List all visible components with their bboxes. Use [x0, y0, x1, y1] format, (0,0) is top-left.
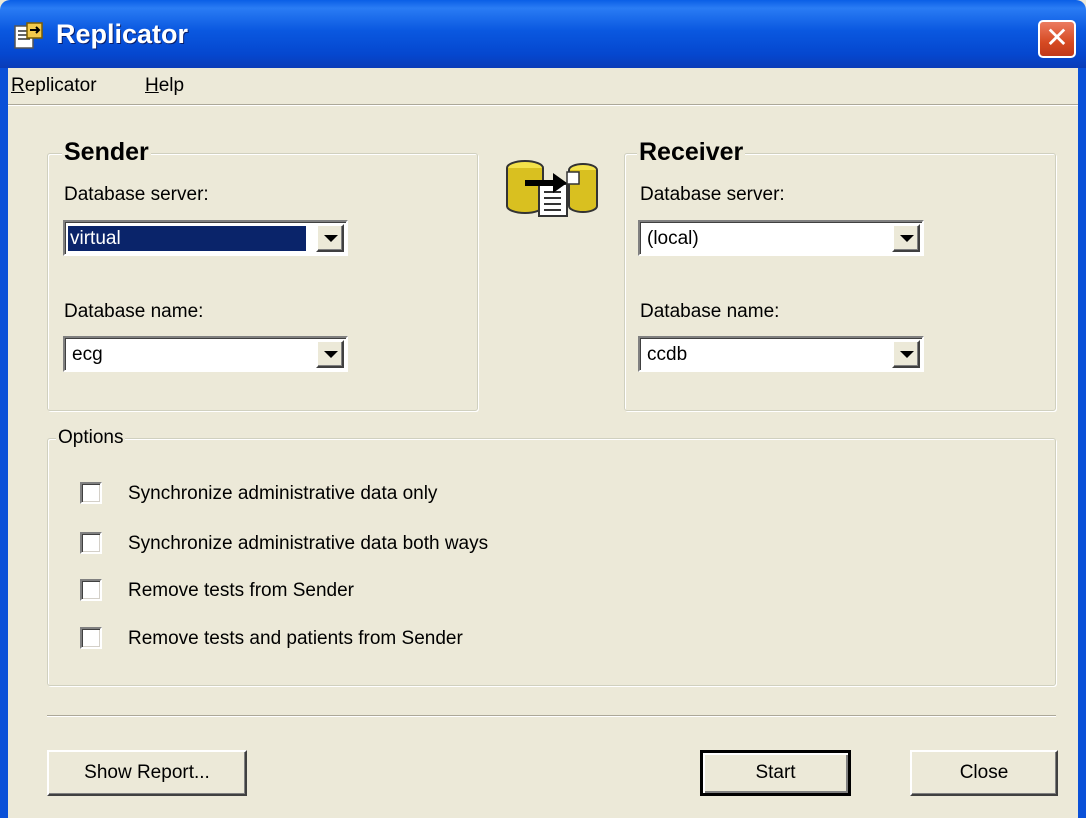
option-remove-tests-patients-label: Remove tests and patients from Sender [128, 628, 463, 649]
show-report-button[interactable]: Show Report... [47, 750, 247, 796]
close-window-button[interactable]: ✕ [1038, 20, 1076, 58]
replicator-window: Replicator ✕ Replicator Help Sender Data… [0, 0, 1086, 818]
title-bar[interactable]: Replicator ✕ [0, 0, 1086, 68]
menu-replicator[interactable]: Replicator [11, 75, 97, 97]
database-transfer-icon [506, 160, 598, 217]
chevron-down-icon[interactable] [316, 224, 344, 252]
sender-server-dropdown[interactable]: virtual [63, 220, 348, 256]
chevron-down-icon[interactable] [316, 340, 344, 368]
option-remove-tests-label: Remove tests from Sender [128, 580, 354, 601]
receiver-server-value: (local) [647, 228, 699, 249]
options-title: Options [56, 427, 126, 449]
receiver-database-value: ccdb [647, 344, 688, 365]
receiver-title: Receiver [637, 138, 746, 167]
sender-server-value: virtual [67, 225, 307, 252]
sender-name-label: Database name: [64, 301, 204, 322]
menu-separator [8, 104, 1078, 106]
window-frame-left [0, 68, 8, 818]
chevron-down-icon[interactable] [892, 224, 920, 252]
menu-help[interactable]: Help [145, 75, 184, 97]
sender-database-dropdown[interactable]: ecg [63, 336, 348, 372]
option-sync-admin-only-checkbox[interactable] [80, 482, 102, 504]
receiver-server-label: Database server: [640, 184, 785, 205]
chevron-down-icon[interactable] [892, 340, 920, 368]
replicator-app-icon [14, 22, 43, 49]
window-frame-right [1078, 68, 1086, 818]
window-title: Replicator [56, 19, 189, 49]
receiver-group: Receiver Database server: (local) Databa… [624, 138, 1056, 411]
close-button[interactable]: Close [910, 750, 1058, 796]
footer-divider [47, 715, 1056, 717]
option-sync-admin-only-label: Synchronize administrative data only [128, 483, 438, 504]
receiver-database-dropdown[interactable]: ccdb [638, 336, 924, 372]
option-remove-tests-patients-checkbox[interactable] [80, 627, 102, 649]
option-sync-admin-both-ways-checkbox[interactable] [80, 532, 102, 554]
receiver-name-label: Database name: [640, 301, 780, 322]
start-button[interactable]: Start [700, 750, 851, 796]
menu-bar: Replicator Help [8, 68, 1078, 104]
sender-database-value: ecg [72, 344, 103, 365]
option-remove-tests-checkbox[interactable] [80, 579, 102, 601]
option-sync-admin-both-ways-label: Synchronize administrative data both way… [128, 533, 489, 554]
receiver-server-dropdown[interactable]: (local) [638, 220, 924, 256]
sender-title: Sender [62, 138, 151, 167]
sender-group: Sender Database server: virtual Database… [47, 138, 478, 411]
close-icon: ✕ [1045, 22, 1069, 53]
sender-server-label: Database server: [64, 184, 209, 205]
